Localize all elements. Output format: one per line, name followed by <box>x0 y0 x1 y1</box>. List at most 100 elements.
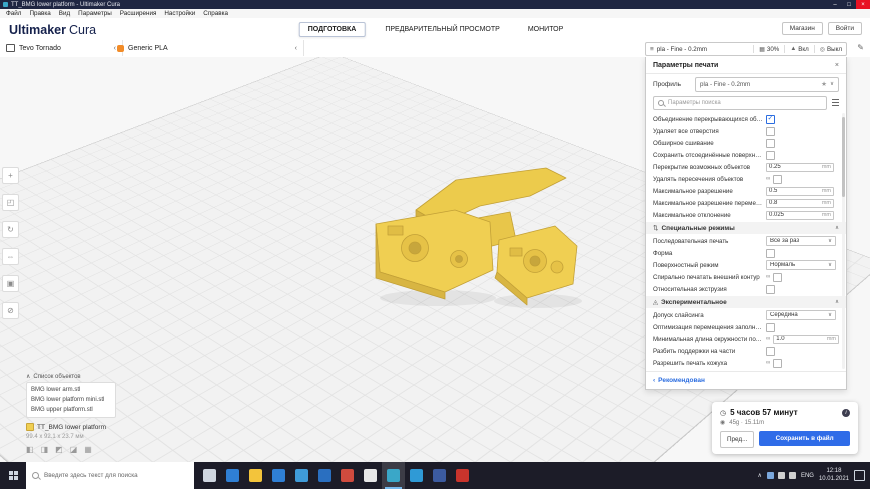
volume-icon[interactable] <box>789 472 796 479</box>
setting-checkbox[interactable] <box>766 151 775 160</box>
settings-filter-icon[interactable] <box>832 99 839 106</box>
camera-view-icon[interactable] <box>26 445 34 454</box>
setting-checkbox[interactable] <box>766 347 775 356</box>
info-icon[interactable]: i <box>842 409 850 417</box>
marketplace-button[interactable]: Магазин <box>782 22 823 35</box>
scrollbar[interactable] <box>842 113 845 369</box>
menu-item[interactable]: Правка <box>25 9 54 18</box>
menu-item[interactable]: Настройки <box>160 9 199 18</box>
front-view-icon[interactable] <box>41 445 49 454</box>
setting-checkbox[interactable] <box>773 175 782 184</box>
infill-stat[interactable]: 30% <box>759 46 779 53</box>
setting-checkbox[interactable] <box>766 139 775 148</box>
stage-tab[interactable]: МОНИТОР <box>520 23 571 36</box>
setting-select[interactable]: Все за раз <box>766 236 836 246</box>
object-list-item[interactable]: BMG upper platform.stl <box>27 405 115 415</box>
print-settings-chip[interactable]: pla - Fine - 0.2mm 30%ВклВыкл <box>645 42 847 56</box>
top-view-icon[interactable] <box>55 445 63 454</box>
photos-taskbar-button[interactable] <box>313 462 336 489</box>
defender-icon[interactable] <box>778 472 785 479</box>
minimize-button[interactable] <box>828 0 842 9</box>
preview-button[interactable]: Пред... <box>720 431 754 448</box>
setting-select[interactable]: Середина <box>766 310 836 320</box>
start-button[interactable] <box>0 462 26 489</box>
viewport-3d[interactable]: Список объектов BMG lower arm.stlBMG low… <box>0 57 870 462</box>
iso-view-icon[interactable] <box>84 445 92 454</box>
chevron-up-icon[interactable] <box>835 225 839 231</box>
scrollbar-thumb[interactable] <box>842 117 845 197</box>
chip-stats: 30% Вкл Выкл <box>751 45 842 53</box>
file-explorer-taskbar-button[interactable] <box>244 462 267 489</box>
setting-checkbox[interactable] <box>766 249 775 258</box>
setting-row[interactable]: Экспериментальное <box>646 296 846 308</box>
stage-tab[interactable]: ПРЕДВАРИТЕЛЬНЫЙ ПРОСМОТР <box>377 23 507 36</box>
support-blocker-tool-button[interactable] <box>2 302 19 319</box>
object-list-toggle[interactable]: Список объектов <box>26 373 81 380</box>
chrome-taskbar-button[interactable] <box>451 462 474 489</box>
move-tool-button[interactable] <box>2 167 19 184</box>
tray-chevron-up-icon[interactable] <box>758 472 762 479</box>
menu-item[interactable]: Справка <box>199 9 232 18</box>
setting-row: Минимальная длина окружности полигона1.0… <box>646 333 846 345</box>
app-white-taskbar-button[interactable] <box>359 462 382 489</box>
mirror-tool-button[interactable] <box>2 248 19 265</box>
per-model-settings-tool-button[interactable] <box>2 275 19 292</box>
adhesion-stat[interactable]: Выкл <box>820 46 842 53</box>
material-selector[interactable]: Generic PLA <box>111 40 304 56</box>
object-list-item[interactable]: BMG lower arm.stl <box>27 385 115 395</box>
action-center-icon[interactable] <box>854 470 865 481</box>
profile-dropdown[interactable]: pla - Fine - 0.2mm <box>695 77 839 92</box>
stage-tab[interactable]: ПОДГОТОВКА <box>299 22 366 37</box>
setting-checkbox[interactable] <box>766 285 775 294</box>
menu-item[interactable]: Расширения <box>116 9 161 18</box>
language-indicator[interactable]: ENG <box>801 473 814 479</box>
chevron-left-icon[interactable] <box>295 45 297 52</box>
setting-input[interactable]: 0.25mm <box>766 163 834 172</box>
setting-checkbox[interactable] <box>766 127 775 136</box>
edit-settings-icon[interactable] <box>857 43 864 52</box>
vscode-taskbar-button[interactable] <box>405 462 428 489</box>
close-button[interactable] <box>856 0 870 9</box>
setting-row: Поверхностный режимНормаль <box>646 259 846 271</box>
setting-row[interactable]: Специальные режимы <box>646 222 846 234</box>
setting-checkbox[interactable] <box>766 115 775 124</box>
setting-input[interactable]: 0.8mm <box>766 199 834 208</box>
setting-select[interactable]: Нормаль <box>766 260 836 270</box>
object-list-item[interactable]: BMG lower platform mini.stl <box>27 395 115 405</box>
settings-search-input[interactable]: Параметры поиска <box>653 96 827 110</box>
maximize-button[interactable] <box>842 0 856 9</box>
onedrive-icon[interactable] <box>767 472 774 479</box>
mail-taskbar-button[interactable] <box>290 462 313 489</box>
model-3d[interactable] <box>358 160 588 315</box>
vscode-icon <box>410 469 423 482</box>
setting-input[interactable]: 0.5mm <box>766 187 834 196</box>
side-view-icon[interactable] <box>70 445 78 454</box>
setting-input[interactable]: 0.025mm <box>766 211 834 220</box>
cura-taskbar-button[interactable] <box>382 462 405 489</box>
rotate-tool-button[interactable] <box>2 221 19 238</box>
recommended-link[interactable]: Рекомендован <box>658 377 705 384</box>
star-icon[interactable] <box>821 80 827 88</box>
chevron-up-icon[interactable] <box>835 299 839 305</box>
task-view-taskbar-button[interactable] <box>198 462 221 489</box>
support-stat[interactable]: Вкл <box>790 46 808 53</box>
word-taskbar-button[interactable] <box>428 462 451 489</box>
app-red-taskbar-button[interactable] <box>336 462 359 489</box>
menu-item[interactable]: Параметры <box>74 9 116 18</box>
printer-selector[interactable]: Tevo Tornado <box>0 40 123 56</box>
scale-tool-button[interactable] <box>2 194 19 211</box>
setting-checkbox[interactable] <box>766 323 775 332</box>
model-info[interactable]: TT_BMG lower platform <box>26 423 106 431</box>
edge-taskbar-button[interactable] <box>221 462 244 489</box>
menu-item[interactable]: Вид <box>55 9 74 18</box>
close-icon[interactable] <box>835 62 839 69</box>
setting-checkbox[interactable] <box>773 359 782 368</box>
signin-button[interactable]: Войти <box>828 22 862 35</box>
store-taskbar-button[interactable] <box>267 462 290 489</box>
taskbar-clock[interactable]: 12:18 10.01.2021 <box>819 468 849 483</box>
taskbar-search-input[interactable]: Введите здесь текст для поиска <box>26 462 194 489</box>
menu-item[interactable]: Файл <box>2 9 25 18</box>
setting-input[interactable]: 1.0mm <box>773 335 839 344</box>
setting-checkbox[interactable] <box>773 273 782 282</box>
save-to-file-button[interactable]: Сохранить в файл <box>759 431 850 446</box>
